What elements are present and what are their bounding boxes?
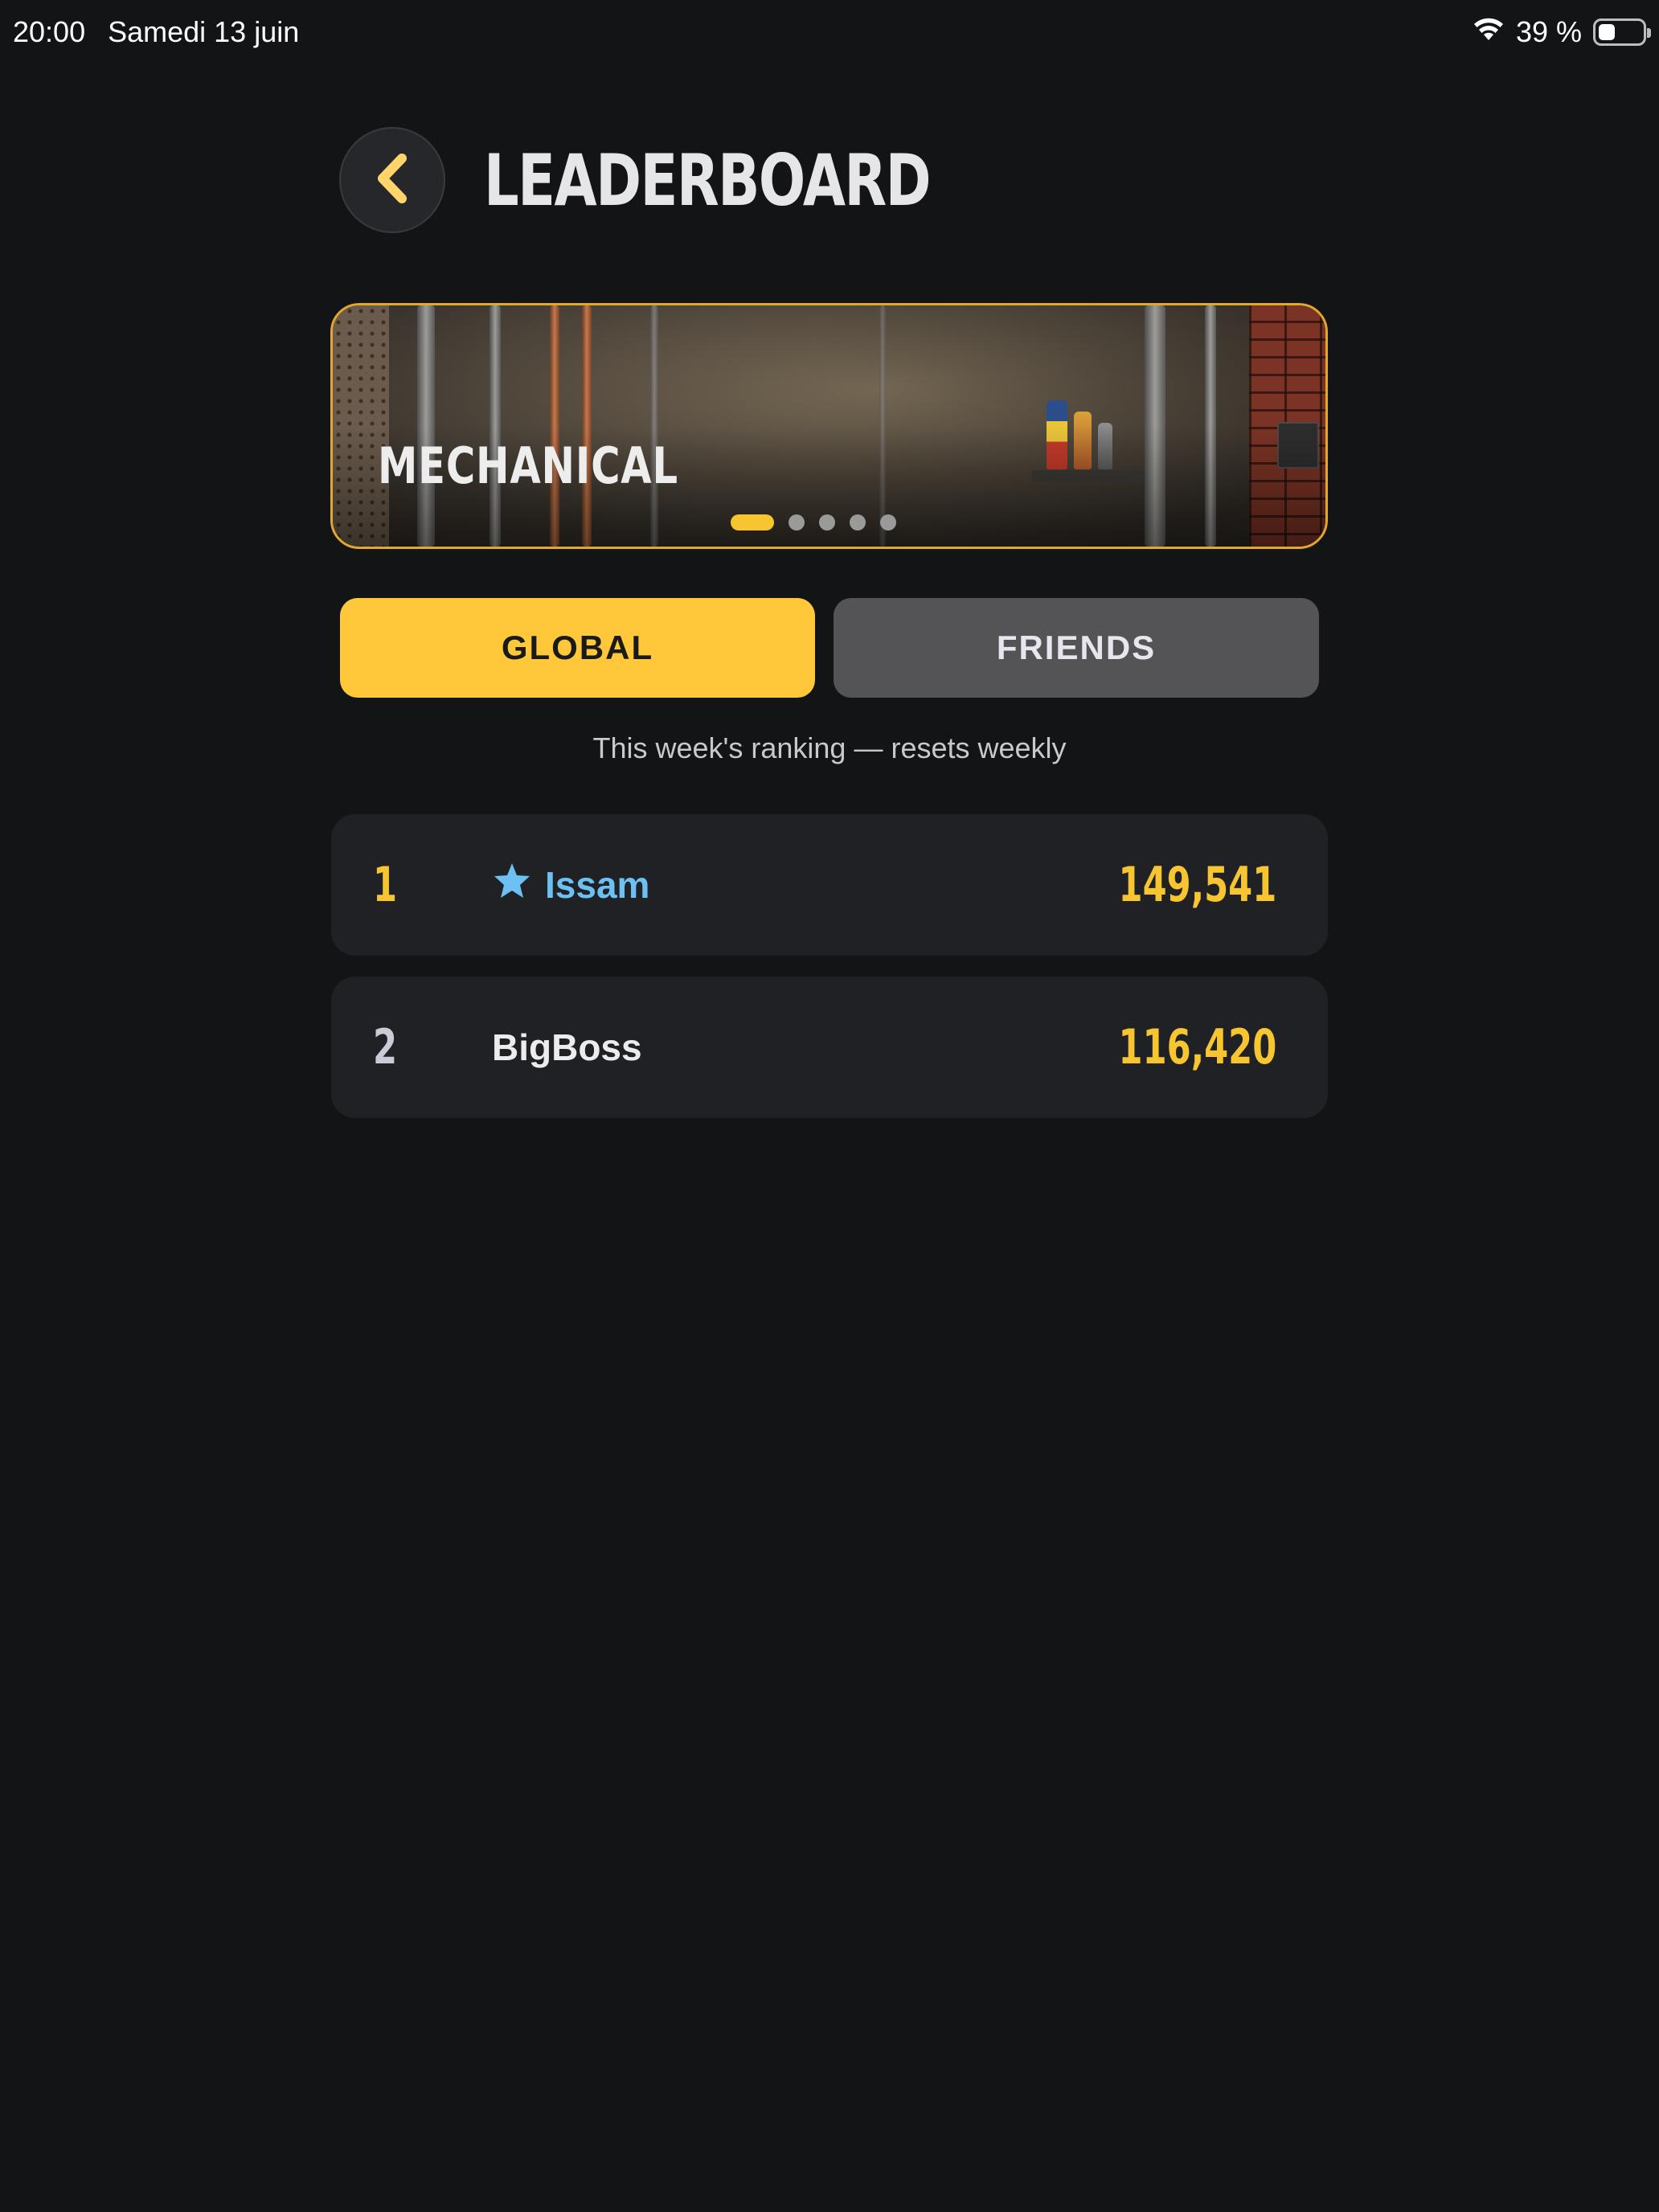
status-right: 39 % [1473, 15, 1651, 49]
carousel-dot[interactable] [730, 514, 774, 530]
carousel-dot[interactable] [879, 514, 896, 530]
back-button[interactable] [339, 127, 445, 233]
carousel-dot[interactable] [849, 514, 866, 530]
chevron-left-icon [368, 150, 416, 211]
leaderboard-row[interactable]: 2 BigBoss 116,420 [331, 977, 1328, 1118]
player-score: 116,420 [1118, 1019, 1276, 1075]
player-score: 149,541 [1118, 857, 1276, 913]
battery-level [1599, 24, 1616, 40]
tab-friends[interactable]: FRIENDS [834, 598, 1319, 698]
rank-number: 2 [373, 1019, 398, 1075]
player-name: BigBoss [492, 1026, 642, 1069]
category-banner[interactable]: MECHANICAL [330, 303, 1328, 549]
leaderboard-row[interactable]: 1 Issam 149,541 [331, 814, 1328, 956]
carousel-dot[interactable] [788, 514, 805, 530]
battery-icon [1593, 18, 1651, 46]
wifi-icon [1473, 15, 1505, 49]
banner-category-label: MECHANICAL [378, 436, 678, 495]
status-time: 20:00 [13, 15, 86, 48]
player-name-text: Issam [545, 864, 650, 906]
star-icon [492, 862, 532, 909]
battery-nub [1647, 28, 1651, 38]
page-title: LEADERBOARD [484, 138, 932, 222]
battery-percent: 39 % [1515, 15, 1582, 48]
header: LEADERBOARD [339, 127, 1056, 233]
status-date: Samedi 13 juin [108, 15, 300, 48]
status-left: 20:00 Samedi 13 juin [13, 15, 299, 49]
carousel-dots [333, 514, 1325, 530]
status-bar: 20:00 Samedi 13 juin 39 % [0, 0, 1659, 64]
rank-number: 1 [373, 857, 398, 913]
tab-global[interactable]: GLOBAL [340, 598, 815, 698]
ranking-subtitle: This week's ranking — resets weekly [592, 731, 1067, 764]
carousel-dot[interactable] [818, 514, 835, 530]
player-name-text: BigBoss [492, 1026, 642, 1068]
player-name: Issam [492, 862, 649, 909]
